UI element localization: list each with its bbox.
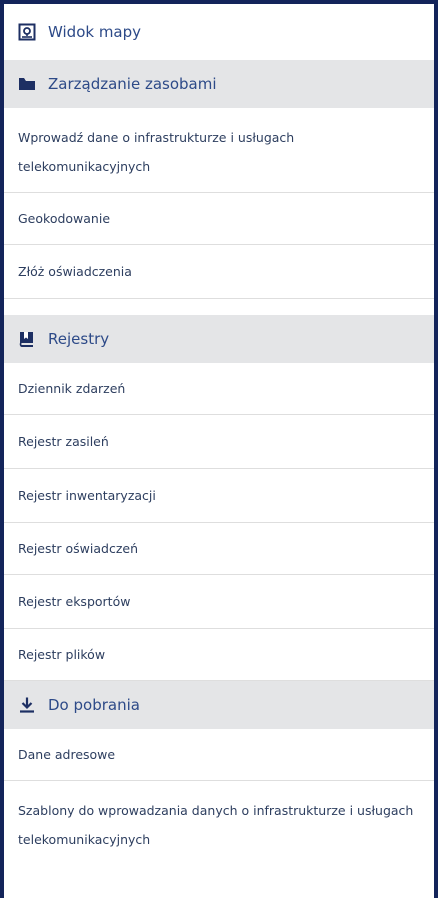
menu-item-enter-infrastructure-data[interactable]: Wprowadź dane o infrastrukturze i usługa… xyxy=(4,108,434,193)
menu-item-inventory-register[interactable]: Rejestr inwentaryzacji xyxy=(4,469,434,523)
section-header-label: Do pobrania xyxy=(48,696,140,714)
section-spacer xyxy=(4,299,434,315)
section-header-downloads[interactable]: Do pobrania xyxy=(4,681,434,729)
menu-item-label: Rejestr plików xyxy=(18,647,106,662)
side-menu: Widok mapy Zarządzanie zasobami Wprowadź… xyxy=(4,4,434,864)
side-menu-frame: Widok mapy Zarządzanie zasobami Wprowadź… xyxy=(0,0,438,898)
menu-item-label: Złóż oświadczenia xyxy=(18,264,132,279)
menu-item-label: Dane adresowe xyxy=(18,747,116,762)
map-view-icon xyxy=(18,23,36,41)
download-icon xyxy=(18,696,36,714)
bookmark-book-icon xyxy=(18,330,36,348)
menu-item-label: Rejestr zasileń xyxy=(18,434,109,449)
section-header-resource-management[interactable]: Zarządzanie zasobami xyxy=(4,60,434,108)
menu-item-geocoding[interactable]: Geokodowanie xyxy=(4,193,434,245)
menu-item-submit-statements[interactable]: Złóż oświadczenia xyxy=(4,245,434,299)
menu-item-label: Wprowadź dane o infrastrukturze i usługa… xyxy=(18,130,295,174)
map-view-label: Widok mapy xyxy=(48,23,142,41)
menu-item-label: Rejestr oświadczeń xyxy=(18,541,139,556)
section-header-label: Rejestry xyxy=(48,330,110,348)
section-header-registers[interactable]: Rejestry xyxy=(4,315,434,363)
menu-item-label: Rejestr eksportów xyxy=(18,594,131,609)
menu-item-address-data[interactable]: Dane adresowe xyxy=(4,729,434,781)
map-view-link[interactable]: Widok mapy xyxy=(4,4,434,60)
folder-icon xyxy=(18,75,36,93)
menu-item-label: Dziennik zdarzeń xyxy=(18,381,126,396)
menu-item-files-register[interactable]: Rejestr plików xyxy=(4,629,434,681)
menu-item-event-log[interactable]: Dziennik zdarzeń xyxy=(4,363,434,415)
menu-item-feed-register[interactable]: Rejestr zasileń xyxy=(4,415,434,469)
section-header-label: Zarządzanie zasobami xyxy=(48,75,217,93)
menu-item-data-entry-templates[interactable]: Szablony do wprowadzania danych o infras… xyxy=(4,781,434,864)
menu-item-label: Szablony do wprowadzania danych o infras… xyxy=(18,803,414,847)
menu-item-label: Geokodowanie xyxy=(18,211,111,226)
menu-item-exports-register[interactable]: Rejestr eksportów xyxy=(4,575,434,629)
menu-item-statements-register[interactable]: Rejestr oświadczeń xyxy=(4,523,434,575)
menu-item-label: Rejestr inwentaryzacji xyxy=(18,488,156,503)
